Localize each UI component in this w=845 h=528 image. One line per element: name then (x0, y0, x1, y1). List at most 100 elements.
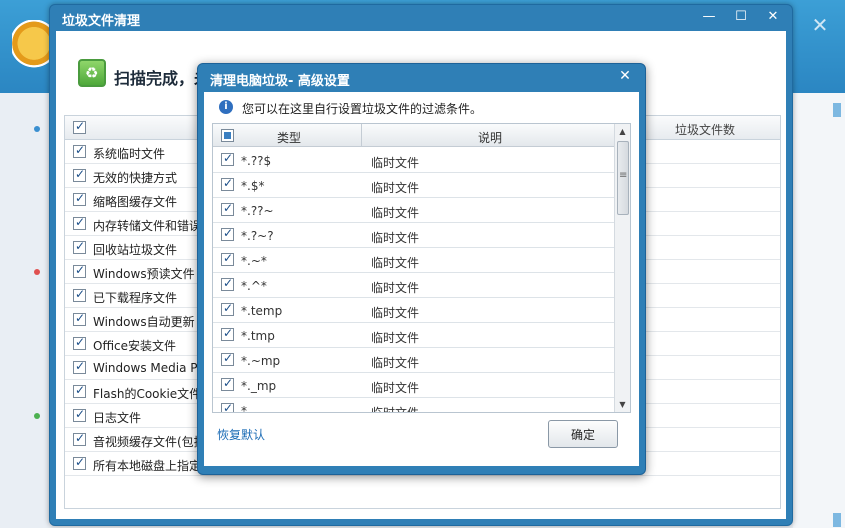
select-all-rules-checkbox[interactable] (221, 129, 234, 142)
item-checkbox[interactable] (73, 359, 86, 374)
item-checkbox[interactable] (73, 143, 86, 158)
rule-checkbox[interactable] (221, 201, 234, 216)
rule-description: 临时文件 (371, 256, 420, 270)
background-close-icon[interactable]: ✕ (809, 14, 831, 36)
rule-description: 临时文件 (371, 231, 420, 245)
rule-checkbox[interactable] (221, 351, 234, 366)
rule-type: *.~* (241, 254, 267, 268)
item-checkbox[interactable] (73, 167, 86, 182)
table-row[interactable]: *.?~? 临时文件 (213, 223, 616, 248)
rule-type: *._mp (241, 379, 277, 393)
item-checkbox[interactable] (73, 383, 86, 398)
rule-type: *.$* (241, 179, 265, 193)
item-checkbox[interactable] (73, 239, 86, 254)
item-checkbox[interactable] (73, 263, 86, 278)
item-label: Windows Media P (93, 361, 198, 375)
recycle-bin-icon (78, 59, 106, 87)
select-all-checkbox[interactable] (73, 119, 86, 134)
rule-checkbox[interactable] (221, 301, 234, 316)
status-dot-green (34, 413, 40, 419)
scroll-up-arrow-icon[interactable]: ▲ (615, 124, 630, 139)
rule-description: 临时文件 (371, 356, 420, 370)
column-type[interactable]: 类型 (277, 129, 301, 146)
scrollbar-thumb[interactable] (617, 141, 629, 215)
table-row[interactable]: *.~mp 临时文件 (213, 348, 616, 373)
close-button[interactable]: ✕ (764, 8, 782, 26)
rule-description: 临时文件 (371, 206, 420, 220)
table-row[interactable]: *. 临时文件 (213, 398, 616, 413)
item-checkbox[interactable] (73, 335, 86, 350)
rule-checkbox[interactable] (221, 276, 234, 291)
rule-type: *.tmp (241, 329, 275, 343)
rule-checkbox[interactable] (221, 226, 234, 241)
item-label: 音视频缓存文件(包括 (93, 435, 206, 449)
item-label: Office安装文件 (93, 339, 177, 353)
rule-type: *.??$ (241, 154, 272, 168)
window-controls: — ☐ ✕ (700, 8, 782, 26)
rule-checkbox[interactable] (221, 326, 234, 341)
column-description[interactable]: 说明 (478, 129, 502, 146)
item-label: 系统临时文件 (93, 147, 166, 161)
table-row[interactable]: *.~* 临时文件 (213, 248, 616, 273)
dialog-close-button[interactable]: ✕ (617, 68, 633, 84)
item-label: 已下载程序文件 (93, 291, 178, 305)
rule-type: *.~mp (241, 354, 281, 368)
window-title: 垃圾文件清理 (62, 14, 141, 29)
status-dot-blue (34, 126, 40, 132)
item-label: 缩略图缓存文件 (93, 195, 178, 209)
background-marker (833, 513, 841, 527)
rule-description: 临时文件 (371, 381, 420, 395)
table-row[interactable]: *.^* 临时文件 (213, 273, 616, 298)
item-label: 回收站垃圾文件 (93, 243, 178, 257)
rule-description: 临时文件 (371, 406, 420, 413)
maximize-button[interactable]: ☐ (732, 8, 750, 26)
table-body: *.??$ 临时文件 *.$* 临时文件 *.??~ 临时文件 *.?~? 临时文件 *… (213, 148, 616, 413)
info-icon: i (219, 100, 233, 114)
dialog-title: 清理电脑垃圾- 高级设置 (210, 74, 350, 89)
item-checkbox[interactable] (73, 191, 86, 206)
table-row[interactable]: *.??~ 临时文件 (213, 198, 616, 223)
rule-checkbox[interactable] (221, 376, 234, 391)
background-marker (833, 103, 841, 117)
rule-description: 临时文件 (371, 181, 420, 195)
rule-type: *.temp (241, 304, 283, 318)
rule-checkbox[interactable] (221, 251, 234, 266)
background-right-panel (793, 93, 845, 528)
scroll-down-arrow-icon[interactable]: ▼ (615, 397, 630, 412)
rule-description: 临时文件 (371, 331, 420, 345)
advanced-settings-dialog: 清理电脑垃圾- 高级设置 ✕ i 您可以在这里自行设置垃圾文件的过滤条件。 类型… (197, 63, 646, 475)
item-checkbox[interactable] (73, 215, 86, 230)
rule-checkbox[interactable] (221, 151, 234, 166)
table-row[interactable]: *._mp 临时文件 (213, 373, 616, 398)
table-row[interactable]: *.??$ 临时文件 (213, 148, 616, 173)
item-checkbox[interactable] (73, 407, 86, 422)
status-dot-red (34, 269, 40, 275)
rule-checkbox[interactable] (221, 176, 234, 191)
scan-status-title: 扫描完成，未 (114, 69, 211, 88)
item-label: 内存转储文件和错误 (93, 219, 202, 233)
rule-checkbox[interactable] (221, 401, 234, 412)
rule-type: *.??~ (241, 204, 274, 218)
item-label: 日志文件 (93, 411, 142, 425)
table-header: 类型 说明 (213, 124, 616, 147)
rule-type: *. (241, 404, 251, 413)
item-checkbox[interactable] (73, 431, 86, 446)
restore-default-link[interactable]: 恢复默认 (217, 426, 265, 443)
item-label: 无效的快捷方式 (93, 171, 178, 185)
minimize-button[interactable]: — (700, 8, 718, 26)
item-checkbox[interactable] (73, 455, 86, 470)
item-checkbox[interactable] (73, 311, 86, 326)
item-label: Windows自动更新 (93, 315, 195, 329)
table-row[interactable]: *.$* 临时文件 (213, 173, 616, 198)
vertical-scrollbar[interactable]: ▲ ▼ (614, 124, 630, 412)
ok-button[interactable]: 确定 (548, 420, 618, 448)
column-divider[interactable] (361, 124, 362, 147)
item-checkbox[interactable] (73, 287, 86, 302)
dialog-info-text: 您可以在这里自行设置垃圾文件的过滤条件。 (242, 102, 483, 116)
table-row[interactable]: *.temp 临时文件 (213, 298, 616, 323)
item-label: Flash的Cookie文件 (93, 387, 202, 401)
column-junk-count: 垃圾文件数 (675, 123, 736, 137)
table-row[interactable]: *.tmp 临时文件 (213, 323, 616, 348)
rule-description: 临时文件 (371, 306, 420, 320)
rule-description: 临时文件 (371, 281, 420, 295)
